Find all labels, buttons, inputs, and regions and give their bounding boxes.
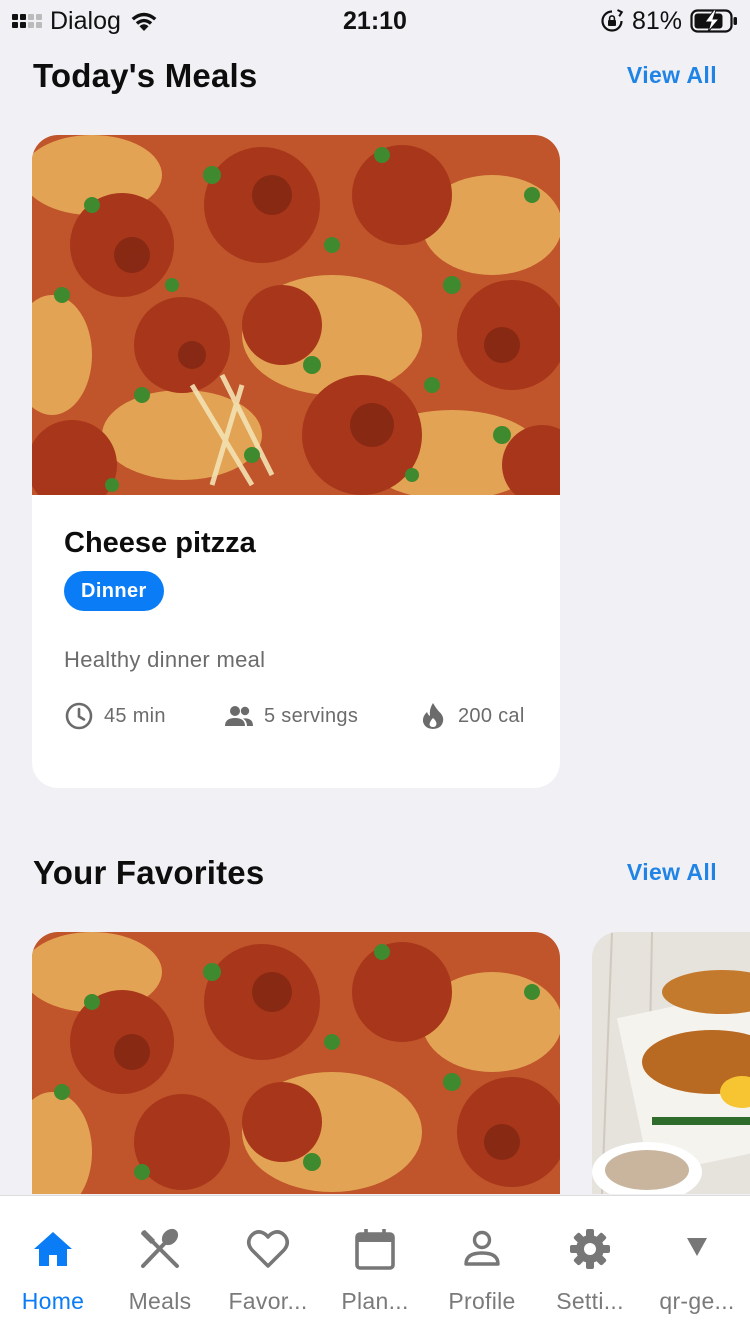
meal-card[interactable]: Cheese pitzza Dinner Healthy dinner meal… [32,135,560,788]
battery-percentage: 81% [631,6,682,35]
triangle-down-icon [687,1238,707,1256]
meal-calories: 200 cal [418,701,525,731]
tab-favorites[interactable]: Favor... [214,1196,322,1334]
favorite-pizza-image [32,932,560,1194]
todays-meals-view-all-link[interactable]: View All [627,62,717,89]
meal-time: 45 min [64,701,166,731]
clock-icon [65,702,93,730]
meal-calories-value: 200 cal [458,704,525,727]
favorite-card-croissant[interactable] [592,932,750,1194]
tab-label: qr-ge... [659,1288,735,1314]
tab-qr-generator[interactable]: qr-ge... [644,1196,750,1334]
battery-charging-icon [690,9,737,33]
meal-image [32,135,560,495]
tab-profile[interactable]: Profile [428,1196,536,1334]
meal-description: Healthy dinner meal [64,647,266,672]
meal-name: Cheese pitzza [64,527,256,559]
tab-label: Plan... [341,1288,409,1314]
calendar-icon [355,1229,395,1270]
meal-category-badge: Dinner [64,571,164,611]
people-icon [225,706,253,726]
tab-label: Setti... [556,1288,624,1314]
tab-label: Favor... [228,1288,308,1314]
status-bar: Dialog 21:10 81% [0,0,750,42]
tab-settings[interactable]: Setti... [536,1196,644,1334]
heart-icon [246,1230,290,1268]
favorite-croissant-image [592,932,750,1194]
tab-label: Profile [448,1288,516,1314]
tab-label: Meals [128,1288,192,1314]
home-icon [34,1232,72,1266]
meal-servings-value: 5 servings [264,704,359,727]
home-screen: Dialog 21:10 81% Today's Meals View All … [0,0,750,1334]
todays-meals-title: Today's Meals [33,57,258,94]
tab-meals[interactable]: Meals [106,1196,214,1334]
status-right: 81% [600,6,738,36]
tab-label: Home [21,1288,85,1314]
meal-time-value: 45 min [104,704,166,727]
bottom-tab-bar: Home Meals Favor... Plan... Profile Sett… [0,1195,750,1334]
meal-servings: 5 servings [224,701,358,731]
favorites-view-all-link[interactable]: View All [627,859,717,886]
favorite-card-pizza[interactable] [32,932,560,1194]
orientation-lock-icon [601,9,624,32]
favorites-title: Your Favorites [33,854,265,891]
person-icon [464,1230,500,1266]
gear-icon [570,1229,610,1269]
tab-home[interactable]: Home [0,1196,106,1334]
flame-icon [422,703,444,729]
tab-planner[interactable]: Plan... [322,1196,428,1334]
utensils-icon [141,1228,179,1268]
